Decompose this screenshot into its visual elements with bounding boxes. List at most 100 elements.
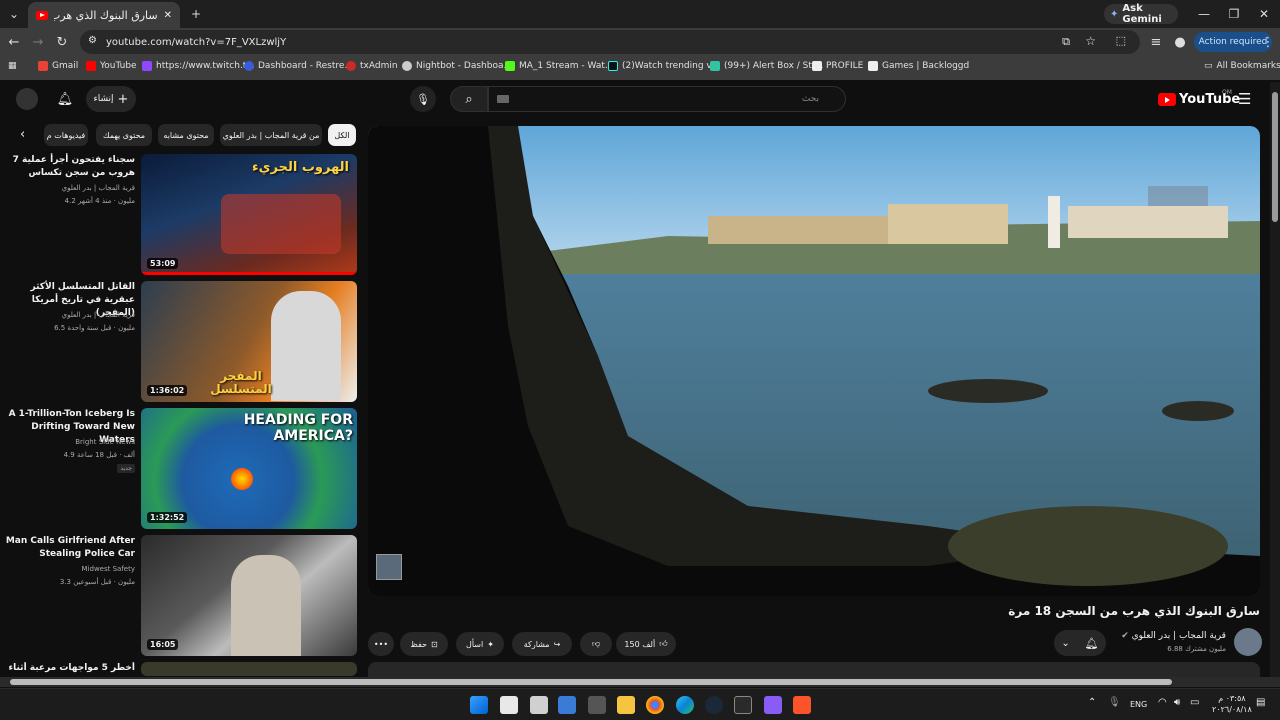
- bookmark-profile[interactable]: PROFILE: [812, 61, 863, 71]
- vertical-scrollbar[interactable]: [1270, 82, 1280, 677]
- chip-all[interactable]: الكل: [328, 124, 356, 146]
- app-icon[interactable]: [558, 696, 576, 714]
- related-video-item[interactable]: Man Calls Girlfriend After Stealing Poli…: [0, 535, 360, 659]
- related-title[interactable]: أخطر 5 مواجهات مرعبة أثناء الصيد !!: [5, 662, 135, 676]
- related-video-item[interactable]: القاتل المتسلسل الأكثر عبقرية في تاريخ أ…: [0, 281, 360, 405]
- related-channel[interactable]: قرية المجاب | بدر العلوي: [5, 311, 135, 319]
- bookmark-nightbot[interactable]: Nightbot - Dashboa...: [402, 61, 512, 71]
- tab-close-icon[interactable]: ✕: [164, 10, 172, 21]
- settings-app-icon[interactable]: [588, 696, 606, 714]
- more-actions-button[interactable]: •••: [368, 632, 394, 656]
- menu-kebab-icon[interactable]: ⋮: [1258, 32, 1278, 52]
- tray-chevron-up-icon[interactable]: ⌃: [1088, 697, 1096, 708]
- related-thumbnail[interactable]: المفجر المتسلسل 1:36:02: [141, 281, 357, 402]
- input-language[interactable]: ENG: [1130, 700, 1147, 709]
- share-button[interactable]: مشاركة ↪: [512, 632, 572, 656]
- voice-search-mic-icon[interactable]: 🎙︎: [410, 86, 436, 112]
- gamepad-icon[interactable]: [764, 696, 782, 714]
- close-window-icon[interactable]: ✕: [1254, 4, 1274, 24]
- minimize-icon[interactable]: —: [1194, 4, 1214, 24]
- search-input[interactable]: بحث: [488, 86, 846, 112]
- create-button[interactable]: إنشاء +: [86, 86, 136, 112]
- apps-grid-icon[interactable]: ▦: [8, 61, 17, 71]
- chips-scroll-left-icon[interactable]: ‹: [20, 127, 25, 142]
- notification-center-icon[interactable]: ▤: [1256, 697, 1265, 708]
- browser-tab[interactable]: سارق البنوك الذي هرب من السجن ✕: [28, 2, 180, 28]
- related-channel[interactable]: Midwest Safety: [5, 565, 135, 573]
- bookmark-restream[interactable]: Dashboard - Restre...: [244, 61, 353, 71]
- bookmark-alertbox[interactable]: (99+) Alert Box / Str...: [710, 61, 823, 71]
- related-thumbnail[interactable]: 16:05: [141, 535, 357, 656]
- subscription-bell-button[interactable]: ⌄ 🔔︎: [1054, 630, 1106, 656]
- chip-1[interactable]: من قرية المجاب | بدر العلوي: [220, 124, 322, 146]
- related-channel[interactable]: قرية المجاب | بدر العلوي: [5, 184, 135, 192]
- like-button[interactable]: 150 ألف 👍︎: [616, 632, 676, 656]
- notifications-bell-icon[interactable]: 🔔︎: [54, 88, 76, 110]
- related-title[interactable]: 7 سجناء يفتحون أجرأ عملية هروب من سجن تك…: [5, 154, 135, 180]
- volume-icon[interactable]: 🔊︎: [1174, 697, 1180, 708]
- chip-3[interactable]: محتوى يهمك: [96, 124, 152, 146]
- bookmark-tiktok[interactable]: (2)Watch trending v...: [608, 61, 720, 71]
- related-channel[interactable]: Bright Side News: [5, 438, 135, 446]
- hamburger-menu-icon[interactable]: ☰: [1238, 90, 1251, 108]
- related-thumbnail[interactable]: الهروب الجريء 53:09: [141, 154, 357, 275]
- channel-name[interactable]: ✔ قرية المجاب | بدر العلوي: [1121, 631, 1226, 641]
- bookmark-twitch[interactable]: https://www.twitch.t...: [142, 61, 255, 71]
- horizontal-scrollbar[interactable]: [0, 677, 1280, 687]
- file-explorer-icon[interactable]: [617, 696, 635, 714]
- keyboard-icon[interactable]: [497, 95, 509, 103]
- task-view-icon[interactable]: [500, 696, 518, 714]
- bookmark-star-icon[interactable]: ☆: [1085, 34, 1096, 48]
- mic-tray-icon[interactable]: 🎙︎: [1108, 697, 1121, 708]
- tab-list-icon[interactable]: ⌄: [4, 4, 24, 24]
- save-button[interactable]: حفظ ⊡: [400, 632, 448, 656]
- vertical-scrollbar-thumb[interactable]: [1272, 92, 1278, 222]
- clock[interactable]: ٠٣:٥٨ م ٢٠٢٦/٠٨/١٨: [1212, 693, 1252, 715]
- related-video-item[interactable]: أخطر 5 مواجهات مرعبة أثناء الصيد !!: [0, 662, 360, 676]
- windows-start-icon[interactable]: [470, 696, 488, 714]
- maximize-icon[interactable]: ❐: [1224, 4, 1244, 24]
- profile-avatar-icon[interactable]: ●: [1170, 32, 1190, 52]
- media-controls-icon[interactable]: ≡: [1146, 32, 1166, 52]
- chrome-icon[interactable]: [646, 696, 664, 714]
- brave-icon[interactable]: [793, 696, 811, 714]
- edge-icon[interactable]: [676, 696, 694, 714]
- horizontal-scrollbar-thumb[interactable]: [10, 679, 1172, 685]
- chip-2[interactable]: محتوى مشابه: [158, 124, 214, 146]
- epic-games-icon[interactable]: [734, 696, 752, 714]
- bookmark-txadmin[interactable]: txAdmin: [346, 61, 398, 71]
- channel-avatar[interactable]: [1234, 628, 1262, 656]
- back-icon[interactable]: ←: [4, 32, 24, 52]
- install-icon[interactable]: ⧉: [1062, 35, 1070, 49]
- account-avatar[interactable]: [16, 88, 38, 110]
- channel-watermark[interactable]: [376, 554, 402, 580]
- chip-4[interactable]: فيديوهات م: [44, 124, 88, 146]
- related-video-item[interactable]: 7 سجناء يفتحون أجرأ عملية هروب من سجن تك…: [0, 154, 360, 278]
- description-box[interactable]: [368, 662, 1260, 677]
- video-player[interactable]: [368, 126, 1260, 596]
- bookmark-kick[interactable]: MA_1 Stream - Wat...: [505, 61, 614, 71]
- battery-icon[interactable]: ▭: [1190, 697, 1199, 708]
- related-title[interactable]: Man Calls Girlfriend After Stealing Poli…: [5, 535, 135, 561]
- youtube-favicon-icon: [36, 10, 48, 20]
- related-thumbnail[interactable]: HEADING FOR AMERICA? 1:32:52: [141, 408, 357, 529]
- ask-gemini-button[interactable]: ✦ Ask Gemini: [1104, 3, 1178, 25]
- related-thumbnail[interactable]: [141, 662, 357, 676]
- bookmark-backloggd[interactable]: Games | Backloggd: [868, 61, 969, 71]
- store-icon[interactable]: [530, 696, 548, 714]
- extensions-icon[interactable]: ⬚: [1116, 34, 1126, 47]
- dislike-button[interactable]: 👎︎: [580, 632, 612, 656]
- wifi-icon[interactable]: ◠: [1158, 697, 1167, 708]
- ask-button[interactable]: اسأل ✦: [456, 632, 504, 656]
- bookmark-gmail[interactable]: Gmail: [38, 61, 78, 71]
- reload-icon[interactable]: ↻: [52, 32, 72, 52]
- forward-icon[interactable]: →: [28, 32, 48, 52]
- related-video-item[interactable]: A 1-Trillion-Ton Iceberg Is Drifting Tow…: [0, 408, 360, 532]
- search-icon[interactable]: ⌕: [450, 86, 488, 112]
- site-info-icon[interactable]: ⚙: [88, 35, 97, 46]
- bookmark-youtube[interactable]: YouTube: [86, 61, 137, 71]
- address-bar[interactable]: ⚙ youtube.com/watch?v=7F_VXLzwljY ⧉ ☆ ⬚: [80, 30, 1140, 54]
- steam-icon[interactable]: [705, 696, 723, 714]
- new-tab-icon[interactable]: +: [186, 4, 206, 24]
- all-bookmarks[interactable]: ▭ All Bookmarks: [1204, 61, 1280, 71]
